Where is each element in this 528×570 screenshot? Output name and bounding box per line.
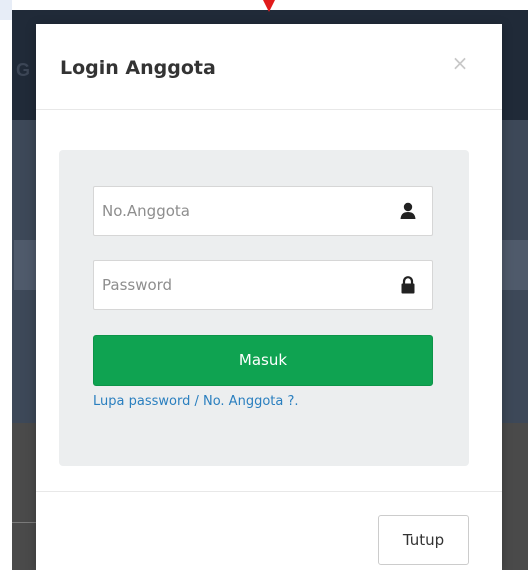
pointer-marker-icon — [263, 0, 275, 12]
lock-icon — [398, 275, 418, 295]
member-number-input[interactable] — [94, 187, 394, 235]
login-form-panel: Masuk Lupa password / No. Anggota ?. — [59, 150, 469, 466]
password-input[interactable] — [94, 261, 394, 309]
modal-header: Login Anggota × — [36, 24, 502, 110]
modal-footer: Tutup — [36, 491, 502, 570]
close-button[interactable]: Tutup — [378, 515, 469, 565]
login-submit-button[interactable]: Masuk — [93, 335, 433, 386]
user-icon — [398, 201, 418, 221]
background-brand-text: G — [16, 60, 31, 80]
member-number-field[interactable] — [93, 186, 433, 236]
backdrop-corner — [0, 0, 12, 20]
background-strip-right — [498, 240, 528, 290]
close-icon[interactable]: × — [450, 52, 470, 74]
background-strip-left — [14, 240, 36, 290]
password-field[interactable] — [93, 260, 433, 310]
forgot-password-link[interactable]: Lupa password / No. Anggota ?. — [93, 394, 299, 409]
modal-title: Login Anggota — [60, 57, 216, 79]
login-modal: Login Anggota × Masuk Lupa password — [36, 24, 502, 570]
